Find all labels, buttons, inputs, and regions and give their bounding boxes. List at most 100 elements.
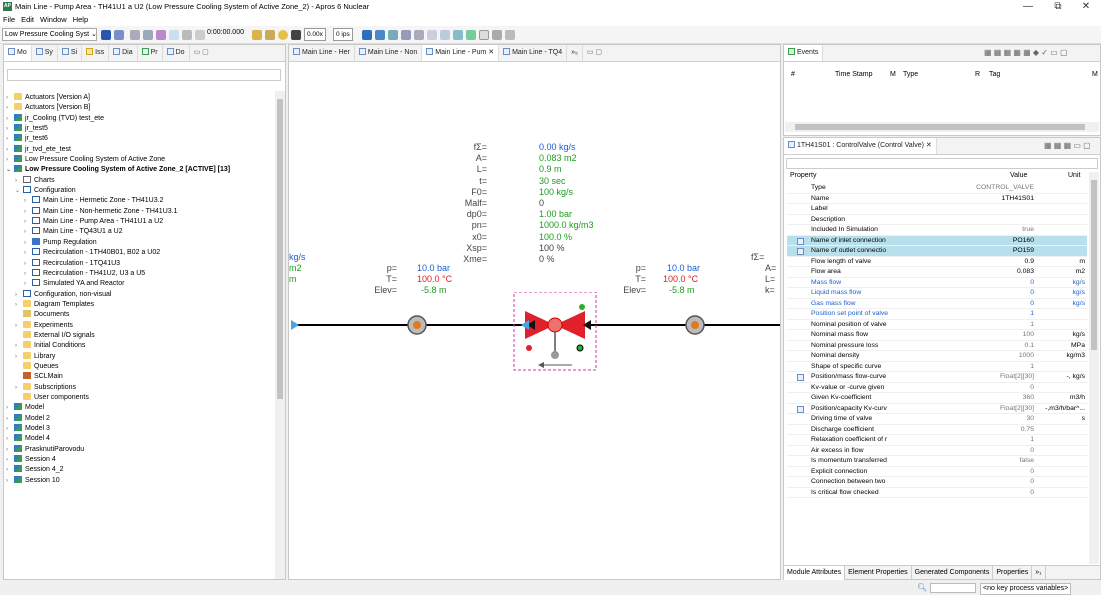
tree-item[interactable]: › jr_tvd_ete_test	[6, 144, 278, 155]
col-timestamp[interactable]: Time Stamp	[835, 71, 872, 78]
property-row[interactable]: Discharge coefficient 0.75	[787, 425, 1087, 436]
property-value[interactable]: false	[932, 456, 1034, 467]
property-value[interactable]: 1	[932, 435, 1034, 446]
property-row[interactable]: Nominal pressure loss 0.1 MPa	[787, 341, 1087, 351]
property-value[interactable]: 30	[932, 414, 1034, 425]
property-value[interactable]: 0	[932, 383, 1034, 394]
property-row[interactable]: Position set point of valve 1	[787, 309, 1087, 320]
property-value[interactable]: 0.083	[932, 267, 1034, 278]
col-m2[interactable]: M	[1092, 71, 1098, 78]
view-icon[interactable]	[375, 30, 385, 40]
property-row[interactable]: Kv-value or -curve given 0	[787, 383, 1087, 394]
property-value[interactable]: PO160	[932, 236, 1034, 247]
property-value[interactable]: 0	[932, 299, 1034, 310]
col-tag[interactable]: Tag	[989, 71, 1000, 78]
tree-expand-icon[interactable]: ›	[15, 176, 23, 186]
undo-icon[interactable]	[156, 30, 166, 40]
tree-expand-icon[interactable]: ›	[6, 424, 14, 434]
tree-item[interactable]: › Session 4	[6, 455, 278, 465]
ips-field[interactable]: 0 ips	[333, 28, 353, 41]
tree-expand-icon[interactable]: ›	[6, 434, 14, 444]
menu-help[interactable]: Help	[70, 14, 91, 26]
tree-item[interactable]: › Recirculation - 1TH40B01, B02 a U02	[6, 248, 278, 258]
diagram-canvas[interactable]: kg/s m2 m fΣ= 0.00 kg/s A= 0.083 m2 L= 0.9 m t…	[289, 62, 780, 579]
run-icon[interactable]	[195, 30, 205, 40]
tree-scroll-thumb[interactable]	[277, 99, 283, 399]
property-row[interactable]: Name 1TH41S01	[787, 194, 1087, 204]
property-row[interactable]: Given Kv-coefficient 360 m3/h	[787, 393, 1087, 404]
tree-item[interactable]: SCLMain	[6, 372, 278, 382]
property-row[interactable]: Description	[787, 215, 1087, 225]
color-icon[interactable]	[466, 30, 476, 40]
tree-expand-icon[interactable]: ›	[6, 114, 14, 124]
tree-item[interactable]: › Pump Regulation	[6, 237, 278, 248]
tree-item[interactable]: › Recirculation - TH41U2, U3 a U5	[6, 268, 278, 279]
tree-item[interactable]: › jr_Cooling (TVD) test_ete	[6, 113, 278, 124]
tree-item[interactable]: › Library	[6, 351, 278, 362]
tree-item[interactable]: › Actuators [Version B]	[6, 103, 278, 113]
tree-item[interactable]: ⌄ Configuration	[6, 186, 278, 196]
speed-field[interactable]: 0.00x	[304, 28, 326, 41]
properties-scroll-thumb[interactable]	[1091, 180, 1097, 350]
col-property[interactable]: Property	[790, 172, 816, 179]
tree-item[interactable]: › Subscriptions	[6, 382, 278, 393]
tab-documents[interactable]: Do	[163, 45, 190, 61]
tree-item[interactable]: › Configuration, non-visual	[6, 289, 278, 300]
property-row[interactable]: Shape of specific curve 1	[787, 362, 1087, 372]
tab-editor-hermetic[interactable]: Main Line - Her	[289, 45, 355, 61]
tree-item[interactable]: › Main Line - Pump Area - TH41U1 a U2	[6, 217, 278, 227]
tree-expand-icon[interactable]: ›	[6, 155, 14, 165]
property-row[interactable]: Position/capacity Kv-curv Float[2][30] -,m…	[787, 404, 1087, 415]
property-value[interactable]: 0.75	[932, 425, 1034, 436]
clock-icon[interactable]	[278, 30, 288, 40]
property-value[interactable]: 0	[932, 488, 1034, 499]
tree-item[interactable]: › Model 2	[6, 413, 278, 424]
measure-icon[interactable]	[414, 30, 424, 40]
property-value[interactable]: Float[2][30]	[932, 372, 1034, 383]
key-process-variables[interactable]: <no key process variables>	[980, 583, 1072, 595]
tree-item[interactable]: › Main Line - Non-hermetic Zone - TH41U3.…	[6, 206, 278, 217]
tree-expand-icon[interactable]: ›	[24, 279, 32, 289]
property-value[interactable]: Float[2][30]	[932, 404, 1034, 415]
tree-expand-icon[interactable]: ›	[6, 145, 14, 155]
property-row[interactable]: Position/mass flow-curve Float[2][30] -, k…	[787, 372, 1087, 383]
tree-item[interactable]: › jr_test6	[6, 134, 278, 144]
property-row[interactable]: Nominal density 1000 kg/m3	[787, 351, 1087, 362]
paste-icon[interactable]	[143, 30, 153, 40]
tree-expand-icon[interactable]: ›	[15, 300, 23, 310]
step-icon[interactable]	[182, 30, 192, 40]
tree-expand-icon[interactable]: ›	[24, 227, 32, 237]
tree-item[interactable]: ⌄ Low Pressure Cooling System of Active Z…	[6, 165, 278, 175]
tree-item[interactable]: › Charts	[6, 175, 278, 186]
tab-editor-tq43[interactable]: Main Line - TQ4	[499, 45, 568, 61]
col-r[interactable]: R	[975, 71, 980, 78]
property-row[interactable]: Nominal mass flow 100 kg/s	[787, 330, 1087, 341]
property-value[interactable]: 100	[932, 330, 1034, 341]
property-value[interactable]: CONTROL_VALVE	[932, 183, 1034, 194]
stop-icon[interactable]	[291, 30, 301, 40]
realtime-icon[interactable]	[265, 30, 275, 40]
tree-item[interactable]: › Actuators [Version A]	[6, 93, 278, 103]
model-selector[interactable]: Low Pressure Cooling Syst ⌄	[2, 28, 97, 41]
tree-item[interactable]: External I/O signals	[6, 330, 278, 341]
property-row[interactable]: Type CONTROL_VALVE	[787, 183, 1087, 194]
tree-expand-icon[interactable]: ›	[24, 248, 32, 258]
col-value[interactable]: Value	[1010, 172, 1027, 179]
events-hscroll-thumb[interactable]	[795, 124, 1085, 130]
minimize-button[interactable]: —	[1013, 0, 1043, 14]
property-row[interactable]: Air excess in flow 0	[787, 446, 1087, 456]
property-value[interactable]: 0	[932, 477, 1034, 488]
property-row[interactable]: Driving time of valve 30 s	[787, 414, 1087, 425]
property-row[interactable]: Explicit connection 0	[787, 467, 1087, 477]
property-row[interactable]: Liquid mass flow 0 kg/s	[787, 288, 1087, 299]
tab-component-props[interactable]: 1TH41S01 : ControlValve (Control Valve) …	[784, 138, 937, 154]
property-row[interactable]: Included In Simulation true	[787, 225, 1087, 236]
status-search-input[interactable]	[930, 583, 976, 593]
properties-toolbar-icons[interactable]: ▦ ▦ ▦ ▭ ▢	[1044, 141, 1091, 150]
tree-expand-icon[interactable]: ›	[24, 238, 32, 248]
property-row[interactable]: Connection between two 0	[787, 477, 1087, 488]
tree-expand-icon[interactable]: ⌄	[15, 186, 23, 196]
tree-item[interactable]: › Session 4_2	[6, 465, 278, 475]
redo-icon[interactable]	[169, 30, 179, 40]
property-value[interactable]: 1	[932, 309, 1034, 320]
